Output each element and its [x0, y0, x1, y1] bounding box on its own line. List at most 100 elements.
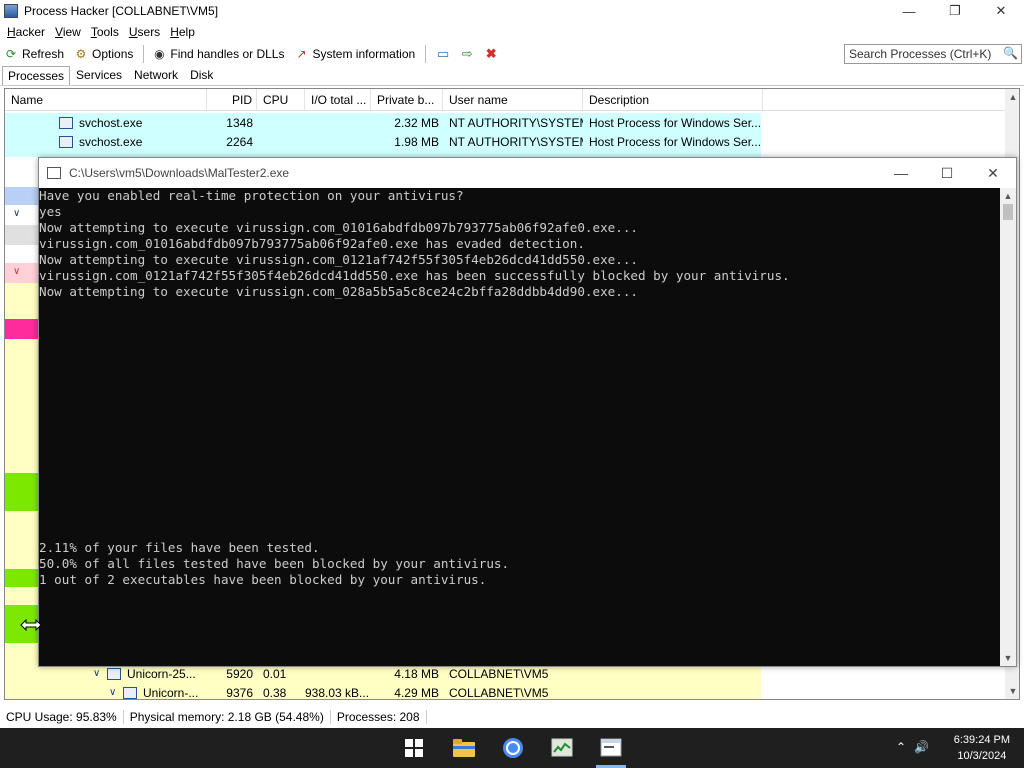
menu-users[interactable]: Users [124, 25, 165, 39]
console-window[interactable]: C:\Users\vm5\Downloads\MalTester2.exe — … [38, 157, 1017, 667]
close-button[interactable]: ✕ [978, 0, 1024, 22]
tab-processes[interactable]: Processes [2, 66, 71, 85]
system-information-label: System information [312, 47, 416, 61]
column-header-description[interactable]: Description [583, 89, 763, 111]
process-description: Host Process for Windows Ser... [589, 115, 761, 130]
file-explorer-icon[interactable] [452, 736, 476, 760]
taskbar: ⌃ 🔊 6:39:24 PM 10/3/2024 [0, 728, 1024, 768]
refresh-button[interactable]: ⟳ Refresh [4, 47, 64, 61]
options-label: Options [92, 47, 134, 61]
process-io: 938.03 kB... [305, 685, 370, 700]
process-private-bytes: 4.29 MB [394, 685, 439, 700]
binoculars-icon: ◉ [154, 47, 165, 61]
find-handles-button[interactable]: ◉ Find handles or DLLs [152, 47, 284, 61]
resize-cursor-icon [20, 619, 42, 631]
process-icon [59, 116, 73, 129]
gear-icon: ⚙ [75, 47, 87, 61]
console-app-icon[interactable] [599, 736, 623, 760]
scroll-down-arrow-icon[interactable]: ▼ [1000, 650, 1016, 666]
row-highlight [5, 587, 39, 605]
windows-start-icon[interactable] [402, 736, 426, 760]
column-header-cpu[interactable]: CPU [257, 89, 305, 111]
search-icon[interactable]: 🔍 [1003, 46, 1018, 60]
console-minimize-button[interactable]: — [878, 158, 924, 188]
search-processes-input[interactable]: Search Processes (Ctrl+K) 🔍 [844, 44, 1022, 64]
chevron-up-icon[interactable]: ⌃ [896, 740, 906, 754]
process-icon [107, 667, 121, 680]
column-header-pid[interactable]: PID [207, 89, 257, 111]
refresh-icon: ⟳ [5, 47, 17, 61]
find-window-icon[interactable]: ⇨ [458, 46, 476, 62]
chevron-down-icon[interactable]: ∨ [109, 687, 123, 698]
find-handles-label: Find handles or DLLs [170, 47, 285, 61]
console-output[interactable]: Have you enabled real-time protection on… [39, 188, 1000, 666]
row-highlight [5, 339, 39, 473]
scroll-up-arrow-icon[interactable]: ▲ [1005, 89, 1019, 105]
clock[interactable]: 6:39:24 PM 10/3/2024 [954, 732, 1010, 764]
menu-tools[interactable]: Tools [86, 25, 124, 39]
desktop: Process Hacker [COLLABNET\VM5] — ❐ ✕ Hac… [0, 0, 1024, 768]
console-scrollbar[interactable]: ▲ ▼ [1000, 188, 1016, 666]
chevron-down-icon[interactable]: ∨ [13, 266, 27, 277]
row-highlight: ∨ [5, 263, 39, 283]
chrome-icon[interactable] [501, 736, 525, 760]
process-hacker-app-icon [4, 4, 18, 18]
console-title-bar[interactable]: C:\Users\vm5\Downloads\MalTester2.exe — … [39, 158, 1016, 188]
ph-status-bar: CPU Usage: 95.83% Physical memory: 2.18 … [0, 706, 1024, 728]
console-close-button[interactable]: ✕ [970, 158, 1016, 188]
console-maximize-button[interactable]: ☐ [924, 158, 970, 188]
console-line: Now attempting to execute virussign.com_… [39, 220, 638, 235]
options-button[interactable]: ⚙ Options [74, 47, 134, 61]
column-header-io-total[interactable]: I/O total ... [305, 89, 371, 111]
row-highlight [5, 473, 39, 511]
console-line: virussign.com_0121af742f55f305f4eb26dcd4… [39, 268, 790, 283]
scroll-down-arrow-icon[interactable]: ▼ [1005, 683, 1019, 699]
terminate-icon[interactable]: ✖ [482, 46, 500, 62]
row-highlight [5, 245, 39, 263]
row-highlight: ∨ [5, 205, 39, 225]
tab-disk[interactable]: Disk [184, 65, 219, 85]
console-summary-line: 50.0% of all files tested have been bloc… [39, 556, 510, 571]
menu-help[interactable]: Help [165, 25, 200, 39]
column-header-name[interactable]: Name [5, 89, 207, 111]
console-app-icon [47, 167, 61, 179]
console-line: virussign.com_01016abdfdb097b793775ab06f… [39, 236, 585, 251]
window-icon[interactable]: ▭ [434, 46, 452, 62]
console-line: Have you enabled real-time protection on… [39, 188, 464, 203]
table-row[interactable]: svchost.exe 2264 1.98 MB NT AUTHORITY\SY… [5, 132, 761, 151]
row-highlight [5, 187, 39, 205]
system-information-button[interactable]: ↗ System information [294, 47, 415, 61]
chevron-down-icon[interactable]: ∨ [13, 208, 27, 219]
process-user: NT AUTHORITY\SYSTEM [449, 115, 583, 130]
column-header-user-name[interactable]: User name [443, 89, 583, 111]
process-cpu: 0.01 [263, 666, 287, 681]
table-row[interactable]: ∨ Unicorn-... 9376 0.38 938.03 kB... 4.2… [5, 683, 761, 700]
minimize-button[interactable]: — [886, 0, 932, 22]
process-icon [59, 135, 73, 148]
row-highlight [5, 569, 39, 587]
toolbar-separator [143, 45, 145, 63]
process-hacker-icon[interactable] [550, 736, 574, 760]
process-user: NT AUTHORITY\SYSTEM [449, 134, 583, 149]
column-header-private-bytes[interactable]: Private b... [371, 89, 443, 111]
console-blank-space [39, 300, 1000, 540]
scroll-thumb[interactable] [1003, 204, 1013, 220]
console-line: Now attempting to execute virussign.com_… [39, 252, 638, 267]
tab-services[interactable]: Services [70, 65, 128, 85]
ph-title-bar[interactable]: Process Hacker [COLLABNET\VM5] — ❐ ✕ [0, 0, 1024, 22]
menu-view[interactable]: View [50, 25, 86, 39]
chevron-down-icon[interactable]: ∨ [93, 668, 107, 679]
tab-network[interactable]: Network [128, 65, 184, 85]
console-line: Now attempting to execute virussign.com_… [39, 284, 638, 299]
clock-time: 6:39:24 PM [953, 734, 1010, 746]
row-highlight [5, 511, 39, 569]
process-column-headers: Name PID CPU I/O total ... Private b... … [5, 89, 1005, 111]
table-row[interactable]: svchost.exe 1348 2.32 MB NT AUTHORITY\SY… [5, 113, 761, 132]
process-pid: 2264 [226, 134, 253, 149]
menu-hacker[interactable]: Hacker [2, 25, 50, 39]
scroll-up-arrow-icon[interactable]: ▲ [1000, 188, 1016, 204]
row-highlight [5, 319, 39, 339]
speaker-icon[interactable]: 🔊 [914, 740, 929, 754]
maximize-button[interactable]: ❐ [932, 0, 978, 22]
ph-window-controls: — ❐ ✕ [886, 0, 1024, 22]
